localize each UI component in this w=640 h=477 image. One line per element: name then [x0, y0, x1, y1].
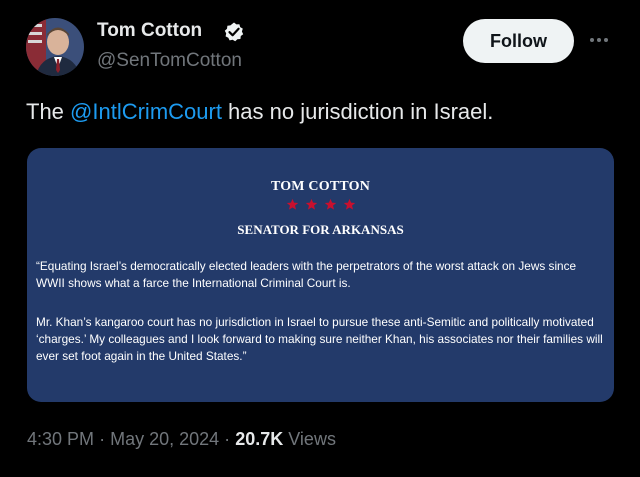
card-title: TOM COTTON [270, 179, 371, 194]
verified-badge-icon [223, 21, 245, 43]
tweet-meta: 4:30 PM · May 20, 2024 · 20.7K Views [27, 429, 336, 450]
tweet-time[interactable]: 4:30 PM [27, 429, 94, 449]
statement-image-card[interactable]: TOM COTTON SENATOR FOR ARKANSAS “Equatin… [27, 148, 614, 402]
mention-link[interactable]: @IntlCrimCourt [70, 99, 222, 124]
star-icon [324, 198, 336, 210]
tweet-text: The @IntlCrimCourt has no jurisdiction i… [26, 99, 493, 125]
tweet-text-before: The [26, 99, 71, 124]
star-icon [286, 198, 298, 210]
tweet-text-after: has no jurisdiction in Israel. [221, 99, 494, 124]
handle[interactable]: @SenTomCotton [97, 50, 242, 72]
statement-paragraph-2: Mr. Khan’s kangaroo court has no jurisdi… [36, 315, 603, 363]
avatar[interactable] [26, 18, 84, 76]
separator: · [224, 429, 231, 449]
follow-button[interactable]: Follow [463, 19, 574, 63]
card-subtitle: SENATOR FOR ARKANSAS [237, 222, 404, 237]
card-stars [27, 198, 614, 211]
views-count[interactable]: 20.7K [235, 429, 283, 449]
star-icon [343, 198, 355, 210]
avatar-image [26, 18, 84, 76]
more-options-button[interactable] [586, 30, 612, 50]
tweet-date[interactable]: May 20, 2024 [110, 429, 219, 449]
statement-paragraph-1: “Equating Israel’s democratically electe… [36, 259, 577, 290]
views-label: Views [288, 429, 336, 449]
star-icon [305, 198, 317, 210]
display-name[interactable]: Tom Cotton [97, 20, 202, 42]
more-horizontal-icon [590, 38, 594, 42]
separator: · [99, 429, 106, 449]
